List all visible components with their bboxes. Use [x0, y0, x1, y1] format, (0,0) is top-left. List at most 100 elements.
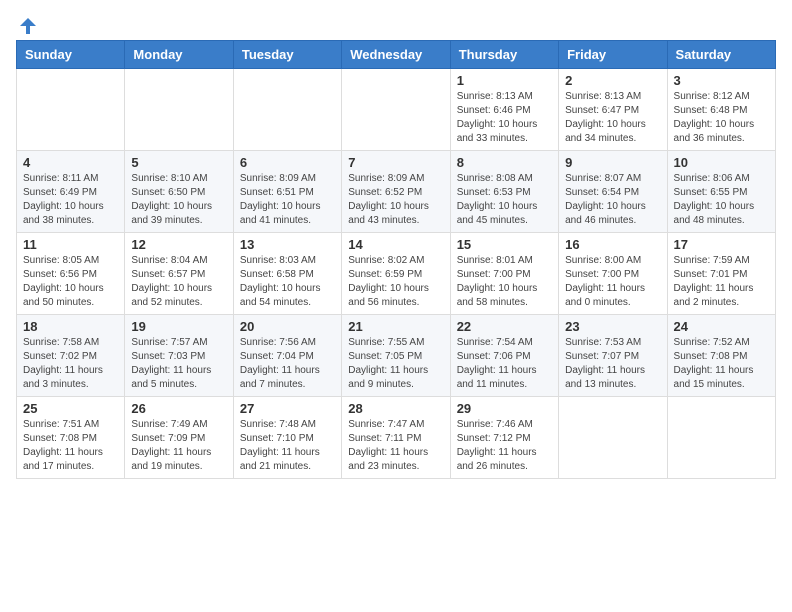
day-info: Sunrise: 7:53 AMSunset: 7:07 PMDaylight:… [565, 336, 660, 392]
day-info: Sunrise: 7:46 AMSunset: 7:12 PMDaylight:… [457, 418, 552, 474]
calendar-cell [125, 69, 233, 151]
day-info: Sunrise: 7:49 AMSunset: 7:09 PMDaylight:… [131, 418, 226, 474]
calendar-cell: 19 Sunrise: 7:57 AMSunset: 7:03 PMDayligh… [125, 315, 233, 397]
day-number: 20 [240, 319, 335, 334]
day-number: 21 [348, 319, 443, 334]
day-info: Sunrise: 8:11 AMSunset: 6:49 PMDaylight:… [23, 172, 118, 228]
day-info: Sunrise: 7:59 AMSunset: 7:01 PMDaylight:… [674, 254, 769, 310]
day-info: Sunrise: 8:09 AMSunset: 6:51 PMDaylight:… [240, 172, 335, 228]
day-number: 9 [565, 155, 660, 170]
day-info: Sunrise: 8:07 AMSunset: 6:54 PMDaylight:… [565, 172, 660, 228]
calendar-cell: 28 Sunrise: 7:47 AMSunset: 7:11 PMDayligh… [342, 397, 450, 479]
day-info: Sunrise: 7:57 AMSunset: 7:03 PMDaylight:… [131, 336, 226, 392]
day-info: Sunrise: 8:13 AMSunset: 6:47 PMDaylight:… [565, 90, 660, 146]
day-number: 19 [131, 319, 226, 334]
day-info: Sunrise: 8:12 AMSunset: 6:48 PMDaylight:… [674, 90, 769, 146]
calendar-cell: 16Sunrise: 8:00 AMSunset: 7:00 PMDayligh… [559, 233, 667, 315]
day-number: 4 [23, 155, 118, 170]
calendar-cell: 3 Sunrise: 8:12 AMSunset: 6:48 PMDaylight… [667, 69, 775, 151]
day-number: 13 [240, 237, 335, 252]
calendar-cell: 5 Sunrise: 8:10 AMSunset: 6:50 PMDaylight… [125, 151, 233, 233]
day-number: 23 [565, 319, 660, 334]
day-info: Sunrise: 8:02 AMSunset: 6:59 PMDaylight:… [348, 254, 443, 310]
day-info: Sunrise: 8:06 AMSunset: 6:55 PMDaylight:… [674, 172, 769, 228]
weekday-header-friday: Friday [559, 41, 667, 69]
calendar-cell: 13 Sunrise: 8:03 AMSunset: 6:58 PMDayligh… [233, 233, 341, 315]
calendar-week-5: 25 Sunrise: 7:51 AMSunset: 7:08 PMDayligh… [17, 397, 776, 479]
day-info: Sunrise: 8:00 AMSunset: 7:00 PMDaylight:… [565, 254, 660, 310]
weekday-header-tuesday: Tuesday [233, 41, 341, 69]
calendar-cell: 7 Sunrise: 8:09 AMSunset: 6:52 PMDaylight… [342, 151, 450, 233]
calendar-cell: 11Sunrise: 8:05 AMSunset: 6:56 PMDayligh… [17, 233, 125, 315]
day-info: Sunrise: 7:56 AMSunset: 7:04 PMDaylight:… [240, 336, 335, 392]
day-info: Sunrise: 7:52 AMSunset: 7:08 PMDaylight:… [674, 336, 769, 392]
calendar-cell: 8Sunrise: 8:08 AMSunset: 6:53 PMDaylight… [450, 151, 558, 233]
weekday-header-monday: Monday [125, 41, 233, 69]
day-number: 3 [674, 73, 769, 88]
day-info: Sunrise: 8:10 AMSunset: 6:50 PMDaylight:… [131, 172, 226, 228]
day-info: Sunrise: 7:47 AMSunset: 7:11 PMDaylight:… [348, 418, 443, 474]
day-info: Sunrise: 8:09 AMSunset: 6:52 PMDaylight:… [348, 172, 443, 228]
calendar-cell: 21 Sunrise: 7:55 AMSunset: 7:05 PMDayligh… [342, 315, 450, 397]
calendar-cell [559, 397, 667, 479]
calendar-week-1: 1 Sunrise: 8:13 AMSunset: 6:46 PMDaylight… [17, 69, 776, 151]
calendar-cell: 23 Sunrise: 7:53 AMSunset: 7:07 PMDayligh… [559, 315, 667, 397]
day-number: 10 [674, 155, 769, 170]
calendar-cell: 10 Sunrise: 8:06 AMSunset: 6:55 PMDayligh… [667, 151, 775, 233]
day-info: Sunrise: 7:51 AMSunset: 7:08 PMDaylight:… [23, 418, 118, 474]
calendar-cell: 18 Sunrise: 7:58 AMSunset: 7:02 PMDayligh… [17, 315, 125, 397]
calendar-cell: 26 Sunrise: 7:49 AMSunset: 7:09 PMDayligh… [125, 397, 233, 479]
page-header [16, 16, 776, 28]
weekday-header-thursday: Thursday [450, 41, 558, 69]
day-info: Sunrise: 7:55 AMSunset: 7:05 PMDaylight:… [348, 336, 443, 392]
day-number: 7 [348, 155, 443, 170]
day-info: Sunrise: 8:08 AMSunset: 6:53 PMDaylight:… [457, 172, 552, 228]
calendar-cell: 25 Sunrise: 7:51 AMSunset: 7:08 PMDayligh… [17, 397, 125, 479]
calendar-cell [233, 69, 341, 151]
calendar-week-4: 18 Sunrise: 7:58 AMSunset: 7:02 PMDayligh… [17, 315, 776, 397]
day-number: 25 [23, 401, 118, 416]
logo-icon [18, 16, 38, 36]
day-number: 12 [131, 237, 226, 252]
day-number: 14 [348, 237, 443, 252]
day-info: Sunrise: 8:03 AMSunset: 6:58 PMDaylight:… [240, 254, 335, 310]
day-number: 17 [674, 237, 769, 252]
day-number: 22 [457, 319, 552, 334]
calendar-cell: 24 Sunrise: 7:52 AMSunset: 7:08 PMDayligh… [667, 315, 775, 397]
day-number: 24 [674, 319, 769, 334]
weekday-header-saturday: Saturday [667, 41, 775, 69]
day-number: 5 [131, 155, 226, 170]
logo [16, 16, 38, 28]
calendar-body: 1 Sunrise: 8:13 AMSunset: 6:46 PMDaylight… [17, 69, 776, 479]
weekday-header-sunday: Sunday [17, 41, 125, 69]
day-number: 28 [348, 401, 443, 416]
day-number: 2 [565, 73, 660, 88]
day-number: 18 [23, 319, 118, 334]
calendar-cell: 27 Sunrise: 7:48 AMSunset: 7:10 PMDayligh… [233, 397, 341, 479]
calendar-cell: 6 Sunrise: 8:09 AMSunset: 6:51 PMDaylight… [233, 151, 341, 233]
day-info: Sunrise: 8:13 AMSunset: 6:46 PMDaylight:… [457, 90, 552, 146]
day-number: 26 [131, 401, 226, 416]
calendar-cell [667, 397, 775, 479]
day-info: Sunrise: 7:54 AMSunset: 7:06 PMDaylight:… [457, 336, 552, 392]
day-number: 15 [457, 237, 552, 252]
calendar-week-3: 11Sunrise: 8:05 AMSunset: 6:56 PMDayligh… [17, 233, 776, 315]
calendar-cell: 22 Sunrise: 7:54 AMSunset: 7:06 PMDayligh… [450, 315, 558, 397]
day-number: 6 [240, 155, 335, 170]
day-info: Sunrise: 7:48 AMSunset: 7:10 PMDaylight:… [240, 418, 335, 474]
day-info: Sunrise: 8:04 AMSunset: 6:57 PMDaylight:… [131, 254, 226, 310]
calendar-cell: 9 Sunrise: 8:07 AMSunset: 6:54 PMDaylight… [559, 151, 667, 233]
calendar-cell: 20 Sunrise: 7:56 AMSunset: 7:04 PMDayligh… [233, 315, 341, 397]
weekday-header-row: SundayMondayTuesdayWednesdayThursdayFrid… [17, 41, 776, 69]
day-number: 29 [457, 401, 552, 416]
calendar-cell: 12 Sunrise: 8:04 AMSunset: 6:57 PMDayligh… [125, 233, 233, 315]
day-number: 27 [240, 401, 335, 416]
day-info: Sunrise: 8:05 AMSunset: 6:56 PMDaylight:… [23, 254, 118, 310]
calendar-cell [342, 69, 450, 151]
calendar-cell [17, 69, 125, 151]
day-number: 1 [457, 73, 552, 88]
calendar-cell: 1 Sunrise: 8:13 AMSunset: 6:46 PMDaylight… [450, 69, 558, 151]
day-info: Sunrise: 7:58 AMSunset: 7:02 PMDaylight:… [23, 336, 118, 392]
calendar-week-2: 4 Sunrise: 8:11 AMSunset: 6:49 PMDaylight… [17, 151, 776, 233]
day-info: Sunrise: 8:01 AMSunset: 7:00 PMDaylight:… [457, 254, 552, 310]
